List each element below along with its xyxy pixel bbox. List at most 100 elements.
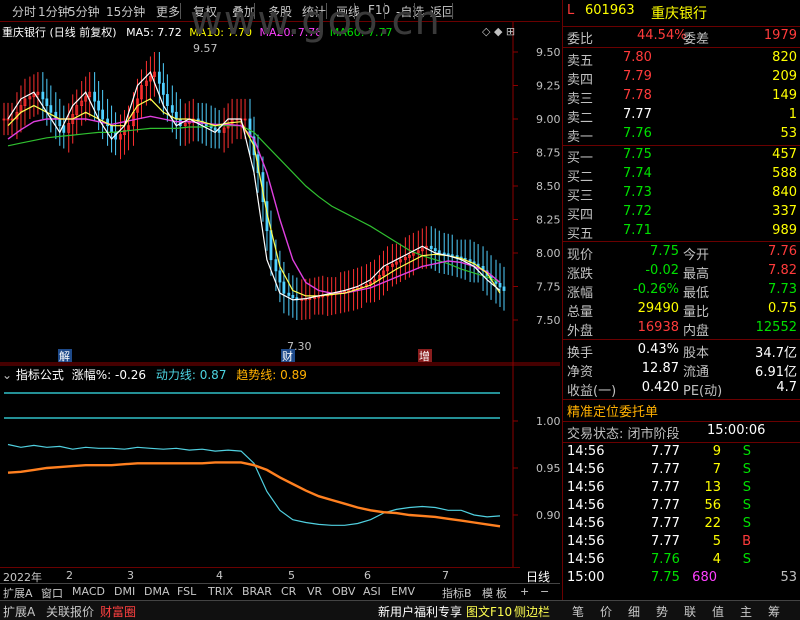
indicator-tab-10[interactable]: OBV <box>332 585 355 598</box>
stat-label-2: 最低 <box>683 286 710 301</box>
panel-divider <box>563 421 800 422</box>
tick-time: 14:56 <box>567 516 605 531</box>
toolbar-2[interactable]: 5分钟 <box>68 3 100 20</box>
panel-switch-6[interactable]: 主 <box>740 603 752 620</box>
toolbar-10[interactable]: F10 <box>368 3 390 17</box>
candle-body <box>157 71 161 84</box>
toolbar-1[interactable]: 1分钟 <box>38 3 70 20</box>
trade-time: 15:00:06 <box>707 423 766 438</box>
panel-divider <box>563 241 800 242</box>
buy-row-2[interactable]: 买二 7.74 588 <box>567 166 799 185</box>
toolbar-divider <box>414 3 415 19</box>
candle-body <box>278 270 282 283</box>
price-label: 8.50 <box>536 180 560 193</box>
indicator-tab-12[interactable]: EMV <box>391 585 415 598</box>
tab-control-2[interactable]: 板 <box>496 585 507 601</box>
entrust-title[interactable]: 精准定位委托单 <box>567 401 799 420</box>
kline-chart[interactable]: 9.50 9.25 9.00 8.75 8.50 8.25 8.00 7.75 7.50 1.00… <box>0 22 560 567</box>
toolbar-8[interactable]: 统计 <box>302 3 326 20</box>
wb-row: 委比 44.54% 委差 1979 <box>567 28 799 47</box>
buy-vol: 337 <box>772 204 797 219</box>
toolbar-12[interactable]: 返回 <box>430 3 454 20</box>
indicator-tab-0[interactable]: 扩展A <box>3 585 33 601</box>
indicator-tab-11[interactable]: ASI <box>363 585 381 598</box>
panel-switch-7[interactable]: 筹 <box>768 603 780 620</box>
candle-body <box>498 282 502 288</box>
indicator-tab-3[interactable]: DMI <box>114 585 135 598</box>
tab-control-0[interactable]: 指标B <box>442 585 472 601</box>
wb-label: 委比 <box>567 32 594 47</box>
tick-time: 14:56 <box>567 534 605 549</box>
sell-row-4[interactable]: 卖四 7.79 209 <box>567 69 799 88</box>
bottom-item-3[interactable]: 新用户福利专享 <box>378 603 462 620</box>
indicator-tab-9[interactable]: VR <box>307 585 322 598</box>
bottom-item-5[interactable]: 侧边栏 <box>514 603 550 620</box>
toolbar-4[interactable]: 更多 <box>156 3 180 20</box>
panel-switch-0[interactable]: 笔 <box>572 603 584 620</box>
sell-label: 卖二 <box>567 111 594 126</box>
indicator-tab-4[interactable]: DMA <box>144 585 170 598</box>
stat-label-2: 量比 <box>683 305 710 320</box>
panel-switch-2[interactable]: 细 <box>628 603 640 620</box>
dll-line <box>7 443 501 526</box>
fund-value-2: 6.91亿 <box>755 365 797 380</box>
indicator-tab-6[interactable]: TRIX <box>208 585 233 598</box>
indicator-tab-1[interactable]: 窗口 <box>41 585 63 601</box>
toolbar-11[interactable]: -自选 <box>396 3 424 20</box>
stat-value: 7.75 <box>650 244 679 259</box>
bottom-item-1[interactable]: 关联报价 <box>46 603 94 620</box>
entrust-title-text[interactable]: 精准定位委托单 <box>567 401 658 420</box>
candle-body <box>429 245 433 249</box>
date-label-2: 3 <box>127 569 134 582</box>
toolbar-0[interactable]: 分时 <box>12 3 36 20</box>
candle-body <box>287 292 291 296</box>
tick-vol: 5 <box>712 534 721 549</box>
stat-label-2: 最高 <box>683 267 710 282</box>
candle-body <box>54 111 58 120</box>
toolbar-3[interactable]: 15分钟 <box>106 3 145 20</box>
sell-row-2[interactable]: 卖二 7.77 1 <box>567 107 799 126</box>
sell-label: 卖五 <box>567 54 594 69</box>
tick-time: 14:56 <box>567 480 605 495</box>
indicator-tab-7[interactable]: BRAR <box>242 585 272 598</box>
sub-menu-icon[interactable]: ⌄ <box>2 368 12 382</box>
quote-panel: L 601963 重庆银行 委比 44.54% 委差 1979 卖五 7.80 820 卖四 7.79… <box>562 0 800 600</box>
dll-value: 动力线: 0.87 <box>155 368 227 382</box>
tab-control-1[interactable]: 模 <box>482 585 493 601</box>
panel-switch-1[interactable]: 价 <box>600 603 612 620</box>
stat-label-2: 今开 <box>683 248 710 263</box>
toolbar-7[interactable]: 多股 <box>268 3 292 20</box>
buy-row-4[interactable]: 买四 7.72 337 <box>567 204 799 223</box>
toolbar-5[interactable]: 复权 <box>193 3 217 20</box>
buy-row-3[interactable]: 买三 7.73 840 <box>567 185 799 204</box>
sell-row-5[interactable]: 卖五 7.80 820 <box>567 50 799 69</box>
candle-body <box>446 253 450 256</box>
toolbar-divider <box>180 3 181 19</box>
panel-switch-3[interactable]: 势 <box>656 603 668 620</box>
bottom-item-0[interactable]: 扩展A <box>3 603 35 620</box>
tick-price: 7.77 <box>651 534 680 549</box>
sell-row-1[interactable]: 卖一 7.76 53 <box>567 126 799 145</box>
toolbar-divider <box>354 3 355 19</box>
sell-label: 卖一 <box>567 130 594 145</box>
panel-switch-5[interactable]: 值 <box>712 603 724 620</box>
sell-price: 7.78 <box>623 88 652 103</box>
bottom-item-4[interactable]: 图文F10 <box>466 603 512 620</box>
buy-row-5[interactable]: 买五 7.71 989 <box>567 223 799 242</box>
tab-control-4[interactable]: − <box>540 585 549 598</box>
panel-switch-4[interactable]: 联 <box>684 603 696 620</box>
panel-divider <box>563 26 800 27</box>
bottom-item-2[interactable]: 财富圈 <box>100 603 136 620</box>
buy-price: 7.73 <box>623 185 652 200</box>
sell-row-3[interactable]: 卖三 7.78 149 <box>567 88 799 107</box>
indicator-tab-5[interactable]: FSL <box>177 585 196 598</box>
buy-row-1[interactable]: 买一 7.75 457 <box>567 147 799 166</box>
indicator-tab-8[interactable]: CR <box>281 585 296 598</box>
tab-control-3[interactable]: + <box>520 585 529 598</box>
chart-controls[interactable]: ◇ ◆ ⊞ <box>482 25 515 38</box>
toolbar-9[interactable]: 画线 <box>336 3 360 20</box>
price-label: 9.50 <box>536 46 560 59</box>
date-label-4: 5 <box>288 569 295 582</box>
toolbar-6[interactable]: 叠加 <box>232 3 256 20</box>
indicator-tab-2[interactable]: MACD <box>72 585 105 598</box>
